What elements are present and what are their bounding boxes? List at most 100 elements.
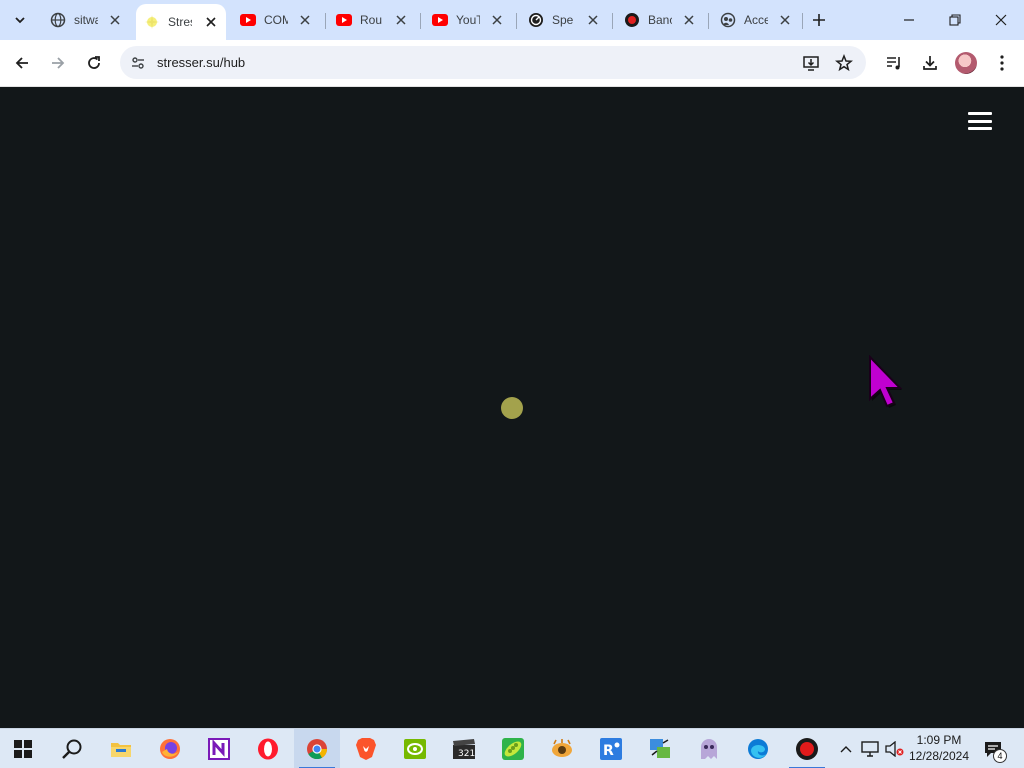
brave-icon[interactable] [343,729,389,768]
eye-icon[interactable] [539,729,585,768]
mouse-cursor-icon [869,355,903,408]
close-icon[interactable] [682,13,696,27]
close-icon[interactable] [298,13,312,27]
record-icon [624,12,640,28]
rq-icon[interactable]: R [588,729,634,768]
tab-bandicam[interactable]: Banc [616,6,704,34]
star-icon [835,54,853,72]
menu-line [968,112,992,115]
minimize-button[interactable] [886,0,932,40]
forward-button[interactable] [44,49,72,77]
windows-taskbar: 321 R 1:09 PM 12/28/2024 4 [0,728,1024,768]
chevron-down-icon [15,17,25,24]
address-bar[interactable]: stresser.su/hub [120,46,866,79]
windows-start-icon[interactable] [0,729,46,768]
close-icon[interactable] [490,13,504,27]
plus-icon [813,14,825,26]
onenote-icon[interactable] [196,729,242,768]
globe-icon [50,12,66,28]
tab-rou[interactable]: Rou [328,6,416,34]
show-hidden-icons-button[interactable] [836,729,856,768]
reload-button[interactable] [80,49,108,77]
tab-separator [516,13,517,29]
network-icon[interactable] [858,729,882,768]
gear-people-icon [720,12,736,28]
restore-icon [949,14,961,26]
clock-time: 1:09 PM [916,733,962,747]
clock-date: 12/28/2024 [908,749,970,763]
chrome-icon[interactable] [294,729,340,768]
chevron-up-icon [840,746,852,753]
search-icon[interactable] [49,729,95,768]
menu-button[interactable] [988,49,1016,77]
tab-com[interactable]: COM [232,6,320,34]
site-info-icon[interactable] [128,53,148,73]
tab-title: Spe [552,13,574,27]
new-tab-button[interactable] [808,9,830,31]
page-content [0,87,1024,728]
tab-separator [708,13,709,29]
close-icon[interactable] [394,13,408,27]
edge-icon[interactable] [735,729,781,768]
tab-youtube[interactable]: YouT [424,6,512,34]
close-icon[interactable] [586,13,600,27]
tab-title: YouT [456,13,480,27]
url-text[interactable]: stresser.su/hub [157,55,245,70]
restore-button[interactable] [932,0,978,40]
install-app-icon [803,56,819,71]
speedtest-icon [528,12,544,28]
arrow-left-icon [15,57,28,69]
arrow-right-icon [52,57,65,69]
tab-separator [325,13,326,29]
tab-sitwa[interactable]: sitwa [42,6,130,34]
ghost-icon[interactable] [686,729,732,768]
tab-stresser[interactable]: Stres [136,4,226,40]
tab-title: Rou [360,13,383,27]
reload-icon [88,56,100,69]
loading-dot [501,397,523,419]
tab-separator [802,13,803,29]
volume-muted-icon[interactable] [882,729,906,768]
notification-count-badge: 4 [993,749,1007,763]
record-icon[interactable] [784,729,830,768]
hamburger-menu-icon[interactable] [968,112,992,130]
firefox-icon[interactable] [147,729,193,768]
tab-strip: sitwa Stres COM Rou YouT [0,0,1024,40]
downloads-button[interactable] [916,49,944,77]
svg-text:321: 321 [458,749,475,759]
playlist-music-icon [887,57,900,70]
file-explorer-icon[interactable] [98,729,144,768]
system-clock[interactable]: 1:09 PM 12/28/2024 [906,732,972,764]
opera-icon[interactable] [245,729,291,768]
tab-title: COM [264,13,288,27]
pea-icon[interactable] [490,729,536,768]
bookmark-button[interactable] [833,52,855,74]
install-app-button[interactable] [800,52,822,74]
sparkle-icon [144,14,160,30]
kebab-menu-icon [1000,55,1004,71]
tab-accounts[interactable]: Acce [712,6,800,34]
download-icon [923,56,937,70]
back-button[interactable] [8,49,36,77]
close-window-button[interactable] [978,0,1024,40]
tab-title: sitwa [74,13,98,27]
minimize-icon [904,19,914,21]
close-icon[interactable] [108,13,122,27]
tab-title: Acce [744,13,768,27]
tab-title: Stres [168,15,192,29]
youtube-icon [240,12,256,28]
nvidia-icon[interactable] [392,729,438,768]
tab-title: Banc [648,13,672,27]
notification-center-button[interactable] [978,729,1008,768]
tab-speedtest[interactable]: Spe [520,6,608,34]
tab-search-button[interactable] [8,8,32,32]
clapper-icon[interactable]: 321 [441,729,487,768]
close-icon[interactable] [778,13,792,27]
youtube-icon [336,12,352,28]
media-control-button[interactable] [880,49,908,77]
browser-toolbar: stresser.su/hub [0,40,1024,87]
close-icon[interactable] [204,15,218,29]
menu-line [968,119,992,123]
network-tool-icon[interactable] [637,729,683,768]
profile-avatar[interactable] [955,52,977,74]
